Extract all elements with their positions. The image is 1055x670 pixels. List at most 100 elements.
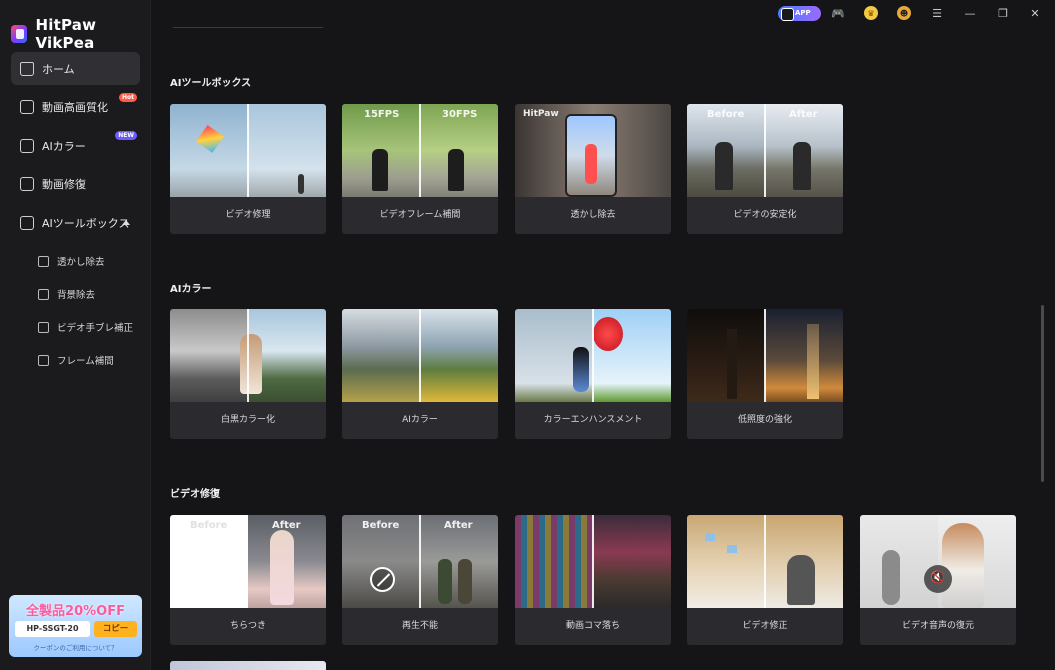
- before-tag: Before: [707, 109, 745, 120]
- tool-card-watermark-remove[interactable]: HitPaw 透かし除去: [515, 104, 671, 234]
- sidebar-nav: ホーム 動画高画質化 Hot AIカラー NEW 動画修復 AIツールボックス: [11, 52, 140, 377]
- coupon-code: HP-SSGT-20: [15, 621, 90, 637]
- mute-icon: [924, 565, 952, 593]
- before-tag: Before: [190, 520, 228, 531]
- promo-title: 全製品20%OFF: [26, 604, 125, 619]
- card-thumbnail: [687, 515, 843, 608]
- toolbox-icon: [20, 215, 34, 230]
- app-name: HitPaw VikPea: [35, 16, 97, 52]
- sidebar-item-video-enhance[interactable]: 動画高画質化 Hot: [11, 91, 140, 124]
- sidebar-item-video-repair[interactable]: 動画修復: [11, 168, 140, 201]
- card-thumbnail: 15FPS 30FPS: [342, 104, 498, 197]
- card-thumbnail: [342, 309, 498, 402]
- after-tag: After: [272, 520, 301, 531]
- card-thumbnail: Before After: [170, 515, 326, 608]
- card-thumbnail: [515, 515, 671, 608]
- sidebar-item-home[interactable]: ホーム: [11, 52, 140, 85]
- tool-card-unplayable[interactable]: Before After 再生不能: [342, 515, 498, 645]
- ai-color-icon: [20, 138, 34, 153]
- watermark-tag: HitPaw: [523, 109, 559, 119]
- sidebar-item-ai-color[interactable]: AIカラー NEW: [11, 129, 140, 162]
- sidebar: HitPaw VikPea ホーム 動画高画質化 Hot AIカラー NEW 動…: [0, 0, 151, 670]
- app-badge-button[interactable]: APP: [778, 6, 821, 21]
- frame-interp-icon: [38, 354, 49, 366]
- eraser-icon: [38, 255, 49, 267]
- card-thumbnail: [515, 309, 671, 402]
- tool-card-bw-colorize[interactable]: 白黒カラー化: [170, 309, 326, 439]
- promo-banner[interactable]: 全製品20%OFF HP-SSGT-20 コピー クーポンのご利用について？: [9, 595, 142, 657]
- app-logo-icon: [11, 25, 28, 43]
- chevron-up-icon[interactable]: [122, 220, 130, 225]
- discord-icon[interactable]: 🎮: [831, 6, 845, 20]
- home-icon: [20, 61, 34, 76]
- card-label: カラーエンハンスメント: [543, 415, 643, 425]
- sidebar-item-label: 動画高画質化: [42, 101, 108, 114]
- scrollbar[interactable]: [1041, 305, 1044, 482]
- card-thumbnail: [170, 104, 326, 197]
- card-thumbnail: Before After: [342, 515, 498, 608]
- after-tag: After: [789, 109, 818, 120]
- user-crown-icon[interactable]: ☻: [897, 6, 911, 20]
- card-label: ビデオの安定化: [733, 210, 797, 220]
- next-card-preview: [170, 661, 326, 670]
- card-label: ビデオ音声の復元: [901, 621, 974, 631]
- fps-before-tag: 15FPS: [364, 109, 400, 120]
- card-label: 白黒カラー化: [220, 415, 275, 425]
- sidebar-item-label: AIツールボックス: [42, 216, 130, 230]
- coupon-info-link[interactable]: クーポンのご利用について？: [9, 642, 142, 652]
- before-tag: Before: [362, 520, 400, 531]
- fps-after-tag: 30FPS: [442, 109, 478, 120]
- hot-badge: Hot: [118, 92, 137, 102]
- app-window: HitPaw VikPea ホーム 動画高画質化 Hot AIカラー NEW 動…: [0, 0, 1055, 670]
- tool-card-color-enhance[interactable]: カラーエンハンスメント: [515, 309, 671, 439]
- sidebar-item-label: ホーム: [42, 62, 75, 76]
- tool-card-low-light[interactable]: 低照度の強化: [687, 309, 843, 439]
- card-label: 再生不能: [401, 621, 438, 631]
- sidebar-subitem-label: ビデオ手ブレ補正: [57, 323, 134, 334]
- sidebar-subitem-watermark-remove[interactable]: 透かし除去: [11, 245, 140, 278]
- tool-card-video-stabilize[interactable]: Before After ビデオの安定化: [687, 104, 843, 234]
- section-title-video-repair: ビデオ修復: [170, 489, 220, 500]
- sidebar-subitem-label: 背景除去: [57, 290, 96, 301]
- divider: [173, 27, 323, 28]
- sidebar-item-ai-toolbox[interactable]: AIツールボックス: [11, 206, 140, 239]
- sidebar-item-label: 動画修復: [42, 178, 86, 191]
- card-thumbnail: [687, 309, 843, 402]
- tool-card-frame-drop[interactable]: 動画コマ落ち: [515, 515, 671, 645]
- close-icon[interactable]: ✕: [1028, 6, 1042, 20]
- tool-card-video-repair[interactable]: ビデオ修理: [170, 104, 326, 234]
- card-label: 低照度の強化: [737, 415, 792, 425]
- tool-card-video-fix[interactable]: ビデオ修正: [687, 515, 843, 645]
- sidebar-subitem-background-remove[interactable]: 背景除去: [11, 278, 140, 311]
- sidebar-subitem-label: 透かし除去: [57, 257, 105, 268]
- sidebar-subitem-frame-interp[interactable]: フレーム補間: [11, 344, 140, 377]
- card-thumbnail: [170, 309, 326, 402]
- card-label: 透かし除去: [570, 210, 616, 220]
- card-label: ビデオ修正: [742, 621, 788, 631]
- minimize-icon[interactable]: —: [963, 6, 977, 20]
- brand: HitPaw VikPea: [11, 16, 150, 52]
- sidebar-item-label: AIカラー: [42, 139, 86, 153]
- restore-icon[interactable]: ❐: [996, 6, 1010, 20]
- new-badge: NEW: [115, 131, 137, 140]
- section-title-ai-toolbox: AIツールボックス: [170, 78, 252, 89]
- card-label: AIカラー: [402, 415, 438, 425]
- card-thumbnail: Before After: [687, 104, 843, 197]
- video-repair-icon: [20, 177, 34, 191]
- titlebar: APP 🎮 ♛ ☻ ☰ — ❐ ✕: [151, 0, 1055, 27]
- sidebar-subitem-stabilize[interactable]: ビデオ手ブレ補正: [11, 311, 140, 344]
- menu-icon[interactable]: ☰: [930, 6, 944, 20]
- video-enhance-icon: [20, 100, 34, 114]
- card-thumbnail: [860, 515, 1016, 608]
- background-remove-icon: [38, 288, 49, 300]
- tool-card-frame-interpolation[interactable]: 15FPS 30FPS ビデオフレーム補間: [342, 104, 498, 234]
- tool-card-flicker[interactable]: Before After ちらつき: [170, 515, 326, 645]
- after-tag: After: [444, 520, 473, 531]
- coin-icon[interactable]: ♛: [864, 6, 878, 20]
- stabilize-icon: [38, 321, 49, 333]
- tool-card-ai-colorize[interactable]: AIカラー: [342, 309, 498, 439]
- broken-play-icon: [370, 567, 395, 592]
- card-label: ビデオフレーム補間: [379, 210, 461, 220]
- copy-coupon-button[interactable]: コピー: [94, 621, 137, 637]
- tool-card-audio-restore[interactable]: ビデオ音声の復元: [860, 515, 1016, 645]
